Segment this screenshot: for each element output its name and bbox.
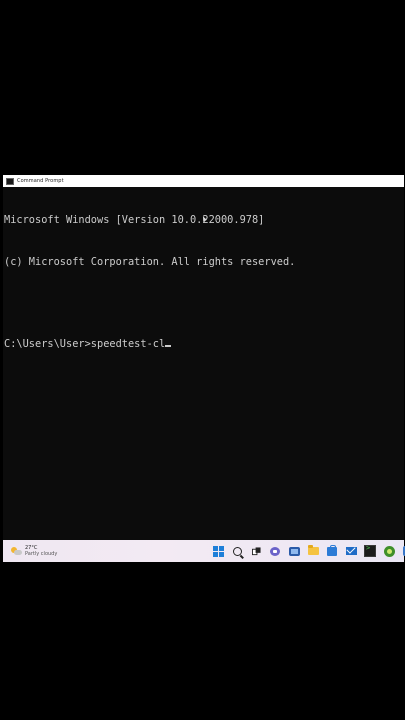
weather-widget[interactable]: 27°C Partly cloudy xyxy=(11,545,91,557)
terminal-icon xyxy=(364,544,376,557)
chat-button[interactable] xyxy=(268,544,282,558)
app-icon xyxy=(383,545,395,557)
command-input[interactable]: C:\Users\User>speedtest-cl xyxy=(4,338,165,350)
taskbar: 27°C Partly cloudy xyxy=(3,540,405,562)
terminal-button[interactable] xyxy=(363,544,377,558)
widgets-icon xyxy=(288,546,300,556)
chat-icon xyxy=(270,546,280,556)
text-cursor xyxy=(165,344,172,347)
page: { "window": { "title": "Command Prompt" … xyxy=(0,0,405,720)
start-button[interactable] xyxy=(211,544,225,558)
search-icon xyxy=(232,546,242,556)
file-explorer-button[interactable] xyxy=(306,544,320,558)
desktop-screen: Command Prompt Microsoft Windows [Versio… xyxy=(3,175,405,562)
task-view-button[interactable] xyxy=(249,544,263,558)
taskbar-apps xyxy=(211,544,405,558)
store-button[interactable] xyxy=(325,544,339,558)
mail-icon xyxy=(345,547,357,555)
store-icon xyxy=(327,544,337,556)
weather-condition: Partly cloudy xyxy=(25,551,58,557)
search-button[interactable] xyxy=(230,544,244,558)
folder-icon xyxy=(307,545,319,555)
console-output[interactable]: Microsoft Windows [Version 10.0.22000.97… xyxy=(4,187,403,539)
widgets-button[interactable] xyxy=(287,544,301,558)
command-prompt-icon xyxy=(6,177,14,185)
window-title: Command Prompt xyxy=(17,178,64,184)
partly-cloudy-icon xyxy=(11,546,22,556)
task-view-icon xyxy=(251,546,261,555)
window-title-bar[interactable]: Command Prompt xyxy=(3,175,404,187)
app-button[interactable] xyxy=(401,544,405,558)
app-button[interactable] xyxy=(382,544,396,558)
command-prompt-line[interactable]: C:\Users\User>speedtest-cl xyxy=(4,338,403,352)
console-line: (c) Microsoft Corporation. All rights re… xyxy=(4,255,296,268)
windows-logo-icon xyxy=(212,545,224,557)
mail-button[interactable] xyxy=(344,544,358,558)
